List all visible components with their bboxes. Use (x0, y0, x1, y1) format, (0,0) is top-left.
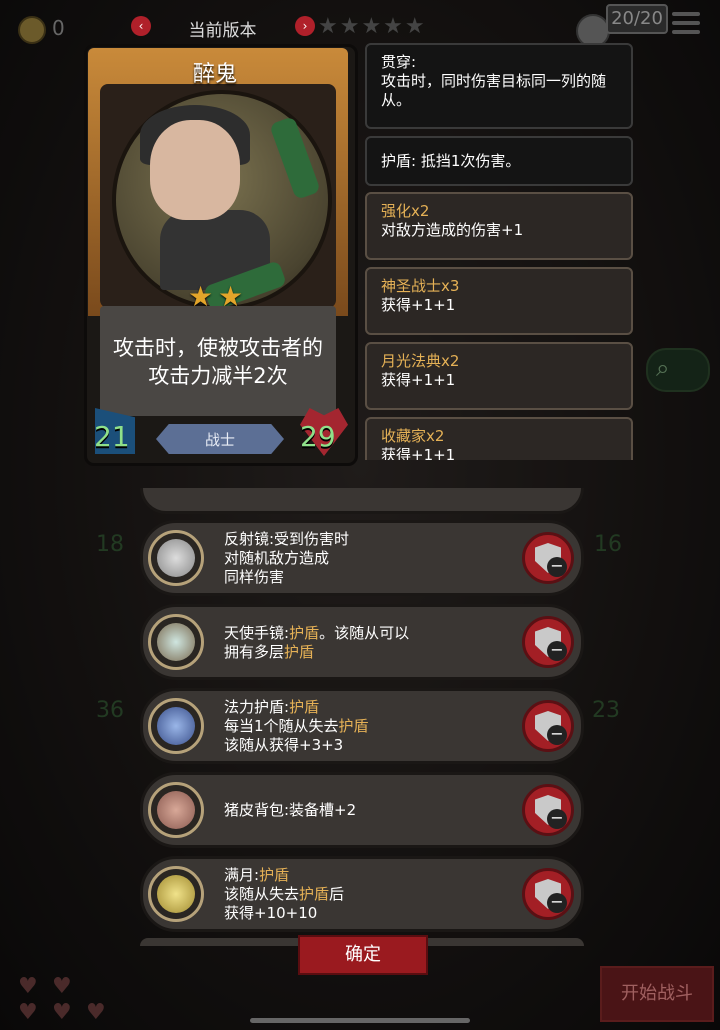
item-line: 该随从获得+3+3 (224, 736, 344, 754)
pig-backpack-icon (148, 782, 204, 838)
item-line: 对随机敌方造成 (224, 549, 330, 567)
item-text: 拥有多层 (224, 643, 285, 661)
keyword-title: 贯穿: (381, 53, 417, 71)
list-item-partial (140, 488, 584, 514)
item-text: 该随从失去 (224, 885, 300, 903)
version-label: 当前版本 (188, 21, 257, 41)
item-text: 后 (329, 885, 345, 903)
keyword-body: 攻击时，同时伤害目标同一列的随从。 (381, 72, 607, 109)
mirror-icon (148, 530, 204, 586)
item-name: 满月: (224, 866, 260, 884)
keyword-title: 护盾: 抵挡1次伤害。 (381, 152, 521, 170)
keyword-title: 神圣战士x3 (381, 277, 460, 295)
item-line: 满月:护盾 (224, 866, 514, 885)
minus-icon: − (547, 725, 567, 745)
chevron-right-icon: › (302, 19, 308, 33)
character-head (150, 120, 240, 220)
keyword-highlight: 护盾 (299, 885, 330, 903)
turn-counter: 20/20 (606, 4, 668, 34)
hand-mirror-icon (148, 614, 204, 670)
prev-version-button[interactable]: ‹ (131, 16, 151, 36)
item-name: 天使手镜: (224, 624, 290, 642)
item-text: 每当1个随从失去 (224, 717, 339, 735)
item-description: 天使手镜:护盾。该随从可以 拥有多层护盾 (224, 624, 514, 662)
full-moon-icon (148, 866, 204, 922)
mana-shield-icon (148, 698, 204, 754)
heart-icon: ♥ (86, 1000, 106, 1025)
confirm-button[interactable]: 确定 (298, 935, 428, 975)
keyword-highlight: 护盾 (259, 866, 290, 884)
keyword-holy-warrior: 神圣战士x3 获得+1+1 (365, 267, 633, 335)
keyword-empower: 强化x2 对敌方造成的伤害+1 (365, 192, 633, 260)
chevron-left-icon: ‹ (138, 19, 144, 33)
keyword-highlight: 护盾 (289, 698, 320, 716)
item-line: 猪皮背包:装备槽+2 (224, 801, 357, 819)
keyword-title: 收藏家x2 (381, 427, 445, 445)
tier-stars: ★★★★★ (318, 14, 427, 39)
item-line: 该随从失去护盾后 (224, 885, 514, 904)
menu-button[interactable] (672, 12, 700, 36)
item-text-rest: 。该随从可以 (319, 624, 410, 642)
keyword-body: 获得+1+1 (381, 296, 456, 314)
class-label: 战士 (204, 431, 235, 449)
heart-icon: ♥ (18, 1000, 38, 1025)
item-line: 反射镜:受到伤害时 (224, 530, 350, 548)
start-battle-button[interactable]: 开始战斗 (600, 966, 714, 1022)
item-description: 猪皮背包:装备槽+2 (224, 801, 514, 820)
keyword-moonlight: 月光法典x2 获得+1+1 (365, 342, 633, 410)
item-description: 法力护盾:护盾 每当1个随从失去护盾 该随从获得+3+3 (224, 698, 514, 755)
item-line: 获得+10+10 (224, 904, 318, 922)
card-name: 醉鬼 (192, 62, 237, 87)
item-line: 同样伤害 (224, 568, 285, 586)
item-description: 反射镜:受到伤害时 对随机敌方造成 同样伤害 (224, 530, 514, 587)
minus-icon: − (547, 809, 567, 829)
remove-button[interactable]: − (522, 868, 574, 920)
keyword-body: 对敌方造成的伤害+1 (381, 221, 524, 239)
keyword-shield: 护盾: 抵挡1次伤害。 (365, 136, 633, 186)
keyword-body: 获得+1+1 (381, 446, 456, 460)
item-line: 法力护盾:护盾 (224, 698, 514, 717)
heart-icon: ♥ (52, 1000, 72, 1025)
remove-button[interactable]: − (522, 532, 574, 584)
item-description: 满月:护盾 该随从失去护盾后 获得+10+10 (224, 866, 514, 923)
minus-icon: − (547, 893, 567, 913)
item-line: 拥有多层护盾 (224, 643, 514, 662)
item-line: 天使手镜:护盾。该随从可以 (224, 624, 514, 643)
remove-button[interactable]: − (522, 616, 574, 668)
item-line: 每当1个随从失去护盾 (224, 717, 514, 736)
keyword-title: 月光法典x2 (381, 352, 460, 370)
keyword-collector: 收藏家x2 获得+1+1 (365, 417, 633, 460)
next-version-button[interactable]: › (295, 16, 315, 36)
attack-value: 21 (94, 420, 130, 453)
item-name: 法力护盾: (224, 698, 290, 716)
heart-icon: ♥ (18, 974, 38, 999)
keyword-highlight: 护盾 (338, 717, 369, 735)
keyword-highlight: 护盾 (284, 643, 315, 661)
keyword-pierce: 贯穿: 攻击时，同时伤害目标同一列的随从。 (365, 43, 633, 129)
remove-button[interactable]: − (522, 700, 574, 752)
heart-icon: ♥ (52, 974, 72, 999)
coin-icon (18, 16, 46, 44)
coin-count: 0 (52, 16, 65, 40)
home-indicator[interactable] (250, 1018, 470, 1023)
minus-icon: − (547, 641, 567, 661)
remove-button[interactable]: − (522, 784, 574, 836)
keyword-title: 强化x2 (381, 202, 430, 220)
keyword-body: 获得+1+1 (381, 371, 456, 389)
health-value: 29 (300, 420, 336, 453)
minus-icon: − (547, 557, 567, 577)
keyword-highlight: 护盾 (289, 624, 320, 642)
card-description: 攻击时，使被攻击者的攻击力减半2次 (113, 336, 323, 388)
